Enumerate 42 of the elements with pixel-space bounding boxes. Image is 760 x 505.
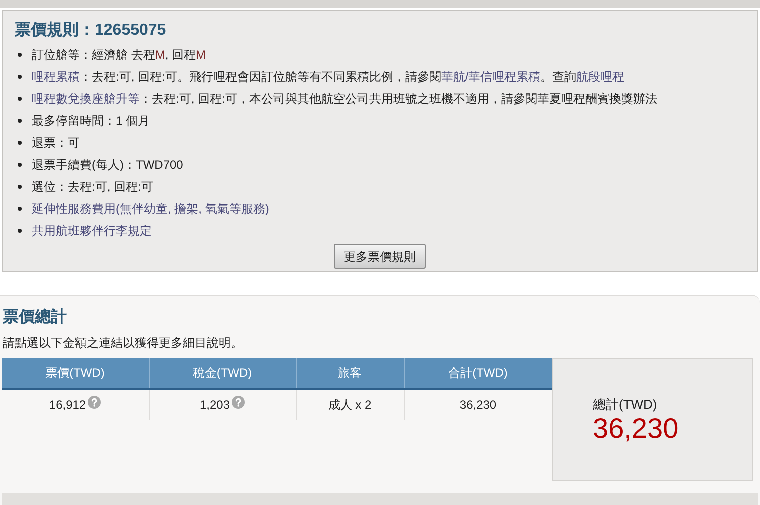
rule-text: 。查詢: [540, 69, 577, 86]
rule-text: 選位：去程:可, 回程:可: [32, 179, 154, 196]
rule-link[interactable]: 共用航班夥伴行李規定: [32, 222, 152, 240]
rule-text: 訂位艙等：經濟艙 去程: [32, 47, 156, 64]
table-cell[interactable]: 1,203: [200, 398, 230, 412]
rule-text: ：去程:可, 回程:可，本公司與其他航空公司共用班號之班機不適用，請參閱華夏哩程酬賓換獎辦法: [140, 91, 658, 108]
rule-link[interactable]: 延伸性服務費用(無伴幼童, 擔架, 氧氣等服務): [32, 200, 270, 218]
column-header: 稅金(TWD): [149, 358, 296, 389]
more-fare-rules-button[interactable]: 更多票價規則: [334, 244, 426, 269]
bullet-icon: [18, 141, 22, 145]
table-cell: 36,230: [460, 398, 497, 412]
fare-total-hint: 請點選以下金額之連結以獲得更多細目說明。: [2, 335, 244, 352]
rule-text: 退票：可: [32, 135, 80, 152]
bullet-icon: [18, 53, 22, 57]
bullet-icon: [18, 229, 22, 233]
bullet-icon: [18, 163, 22, 167]
column-header: 旅客: [296, 358, 404, 389]
help-icon[interactable]: [232, 396, 246, 410]
rule-link[interactable]: 哩程累積: [32, 68, 80, 86]
fare-total-title: 票價總計: [2, 307, 68, 328]
bullet-icon: [18, 207, 22, 211]
bullet-icon: [18, 75, 22, 79]
rule-text: , 回程: [165, 47, 196, 64]
rule-text: ：去程:可, 回程:可。飛行哩程會因訂位艙等有不同累積比例，請參閱: [80, 69, 442, 86]
fare-class-code: M: [196, 47, 206, 64]
grand-total-label: 總計(TWD): [593, 396, 658, 414]
table-cell[interactable]: 16,912: [49, 398, 86, 412]
bullet-icon: [18, 97, 22, 101]
grand-total-amount: 36,230: [593, 414, 680, 444]
table-cell: 成人 x 2: [328, 398, 372, 412]
help-icon[interactable]: [88, 396, 102, 410]
rule-link[interactable]: 航段哩程: [576, 68, 625, 86]
fare-class-code: M: [155, 47, 166, 64]
bullet-icon: [18, 119, 22, 123]
column-header: 票價(TWD): [2, 358, 149, 389]
rule-link[interactable]: 哩程數兌換座艙升等: [32, 90, 140, 108]
fare-rules-title: 票價規則：12655075: [15, 20, 168, 41]
rule-link[interactable]: 華航/華信哩程累積: [441, 68, 541, 86]
column-header: 合計(TWD): [404, 358, 552, 389]
rule-text: 退票手續費(每人)：TWD700: [32, 157, 184, 174]
rule-text: 最多停留時間：1 個月: [32, 113, 150, 130]
bullet-icon: [18, 185, 22, 189]
